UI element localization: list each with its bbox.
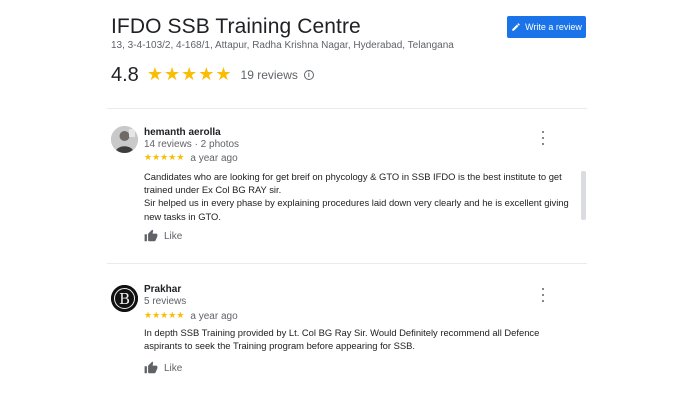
divider	[107, 108, 587, 109]
review-author-meta: 5 reviews	[144, 296, 187, 307]
write-review-button[interactable]: Write a review	[507, 16, 586, 38]
like-label: Like	[164, 362, 183, 374]
svg-text:B: B	[119, 290, 130, 308]
like-button[interactable]: Like	[144, 229, 182, 243]
pencil-icon	[512, 23, 520, 31]
star-icon: ★	[160, 153, 169, 163]
review-text-line: Sir helped us in every phase by explaini…	[144, 197, 569, 209]
info-icon[interactable]: i	[303, 70, 314, 80]
star-icon: ★	[163, 64, 181, 85]
scrollbar-thumb[interactable]	[581, 171, 586, 220]
rating-summary: 4.8 ★ ★ ★ ★ ★ 19 reviews i	[111, 62, 314, 88]
star-icon: ★	[176, 153, 185, 163]
review-author[interactable]: Prakhar	[144, 284, 181, 295]
review-text-line: In depth SSB Training provided by Lt. Co…	[144, 327, 540, 338]
star-icon: ★	[146, 64, 163, 85]
star-icon: ★	[168, 311, 177, 321]
review-author-meta: 14 reviews · 2 photos	[144, 139, 240, 150]
place-address: 13, 3-4-103/2, 4-168/1, Attapur, Radha K…	[111, 40, 454, 51]
review-author[interactable]: hemanth aerolla	[144, 127, 221, 138]
star-icon: ★	[176, 311, 185, 321]
avatar[interactable]	[111, 126, 138, 153]
rating-stars: ★ ★ ★ ★ ★	[147, 66, 232, 84]
star-icon: ★	[144, 311, 153, 321]
like-button[interactable]: Like	[144, 361, 182, 375]
more-options-icon[interactable]	[539, 288, 547, 302]
review-text: Candidates who are looking for get breif…	[144, 170, 584, 223]
write-review-label: Write a review	[525, 22, 582, 32]
review-stars: ★ ★ ★ ★ ★	[144, 312, 184, 321]
average-rating: 4.8	[111, 63, 139, 86]
divider	[107, 263, 587, 264]
star-icon: ★	[168, 153, 177, 163]
star-icon: ★	[215, 64, 232, 85]
thumbs-up-icon	[144, 361, 158, 374]
star-icon: ★	[152, 153, 161, 163]
review-text: In depth SSB Training provided by Lt. Co…	[144, 326, 584, 352]
review-text-line: Candidates who are looking for get breif…	[144, 171, 562, 182]
review-stars: ★ ★ ★ ★ ★	[144, 154, 184, 163]
star-icon: ★	[144, 153, 153, 163]
star-icon: ★	[181, 64, 198, 85]
like-label: Like	[164, 230, 183, 242]
place-title: IFDO SSB Training Centre	[111, 15, 361, 38]
more-options-icon[interactable]	[539, 131, 547, 145]
reviews-count[interactable]: 19 reviews	[241, 68, 298, 82]
thumbs-up-icon	[144, 229, 158, 242]
review-time: a year ago	[190, 311, 238, 322]
review-rating-row: ★ ★ ★ ★ ★ a year ago	[144, 153, 238, 164]
review-text-line: aspirants to seek the Training program b…	[144, 340, 415, 352]
review-time: a year ago	[190, 153, 238, 164]
review-text-line: new tasks in GTO.	[144, 210, 221, 222]
star-icon: ★	[160, 311, 169, 321]
avatar[interactable]: B	[111, 285, 138, 312]
star-icon: ★	[152, 311, 161, 321]
review-text-line: trained under Ex Col BG RAY sir.	[144, 184, 282, 196]
star-icon: ★	[198, 64, 215, 85]
review-rating-row: ★ ★ ★ ★ ★ a year ago	[144, 311, 238, 322]
